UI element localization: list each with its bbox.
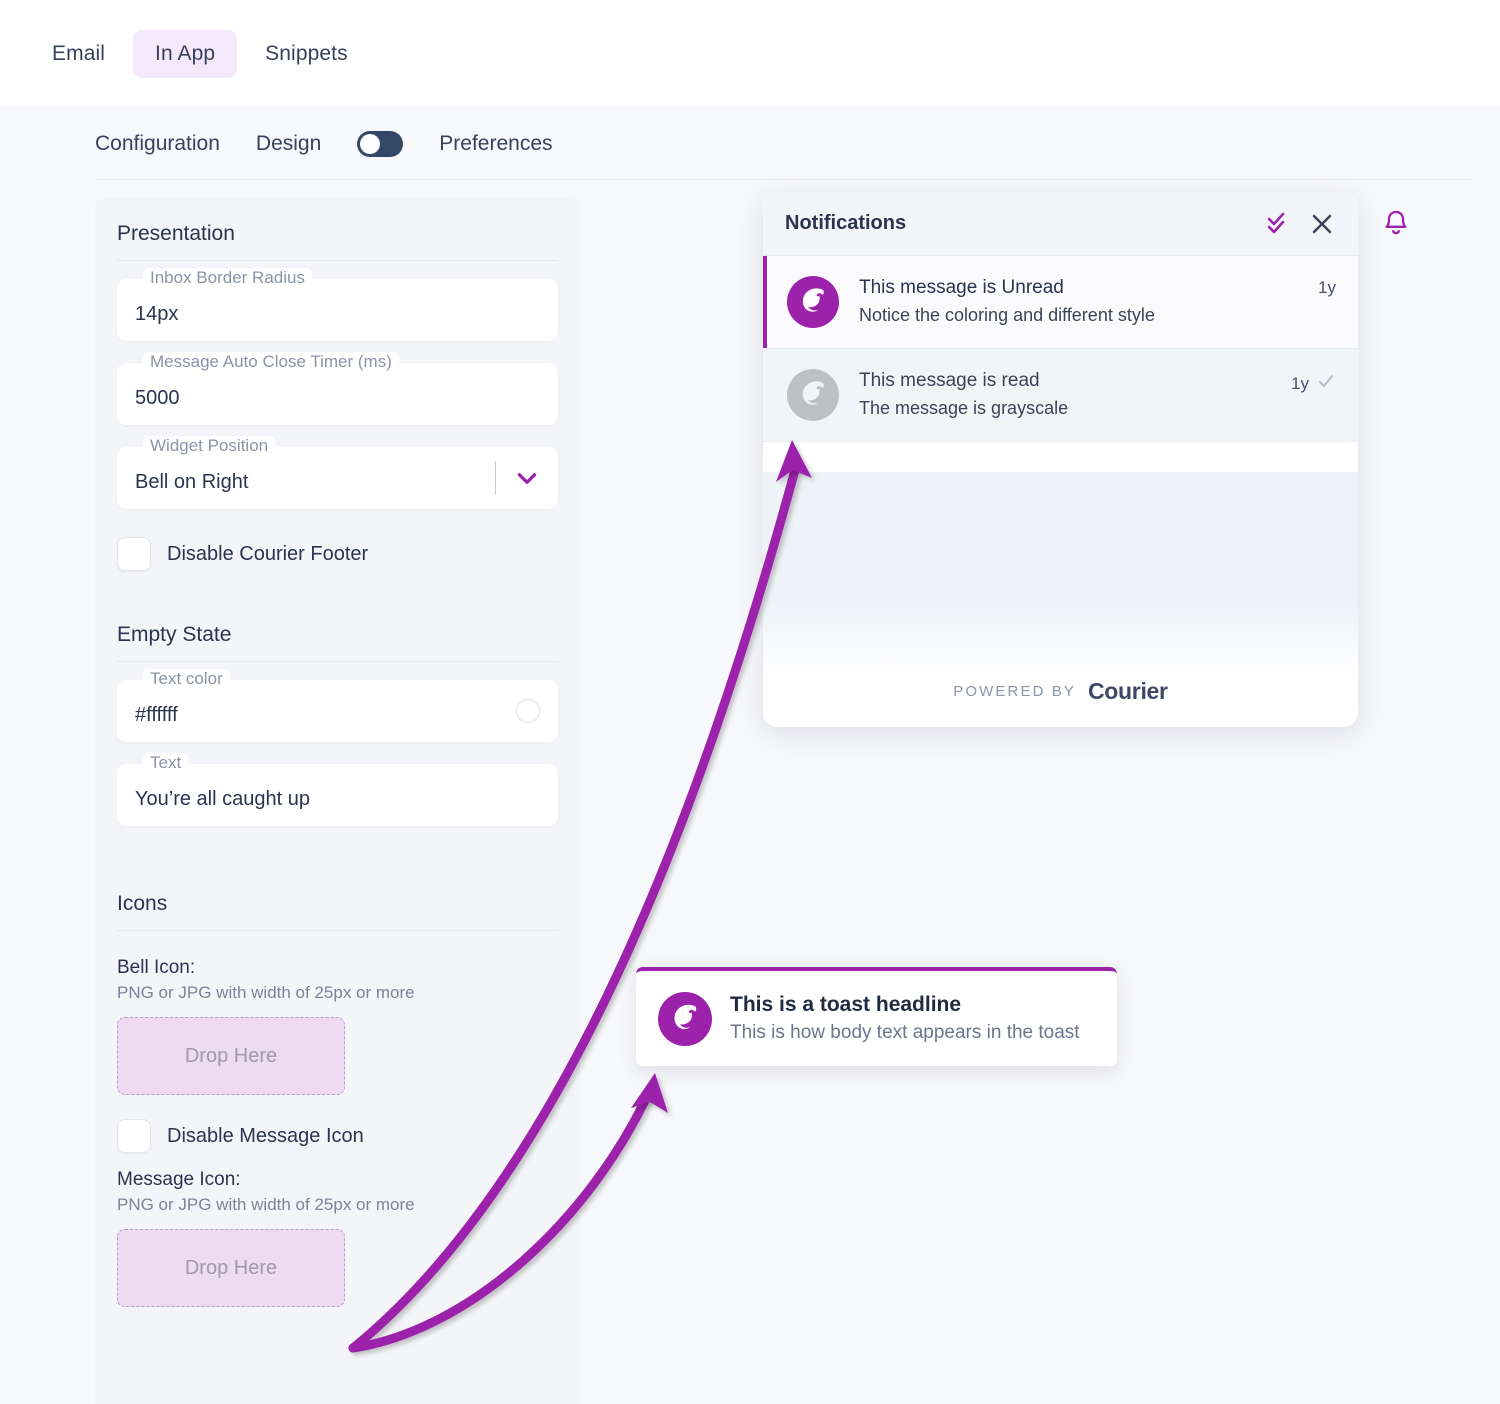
message-icon-hint: PNG or JPG with width of 25px or more [117,1195,415,1214]
courier-brand-wordmark: Courier [1087,678,1168,704]
bell-icon-drop-zone[interactable]: Drop Here [117,1017,345,1095]
empty-state-heading: Empty State [117,623,232,646]
text-color-label: Text color [143,669,230,689]
toast-text-wrap: This is a toast headline This is how bod… [730,993,1080,1044]
bell-icon-hint: PNG or JPG with width of 25px or more [117,983,415,1002]
inbox-header: Notifications [763,192,1358,256]
widget-position-select[interactable]: Widget Position Bell on Right [117,436,558,509]
disable-courier-footer-row[interactable]: Disable Courier Footer [117,537,558,571]
message-icon-drop-zone[interactable]: Drop Here [117,1229,345,1307]
notification-body: This message is read The message is gray… [859,369,1291,419]
empty-state-text-color-field[interactable]: Text color #ffffff [117,669,558,742]
notification-subtitle: The message is grayscale [859,398,1069,418]
empty-state-text-label: Text [143,753,189,773]
notification-title: This message is read [859,370,1040,391]
disable-message-icon-label: Disable Message Icon [167,1124,364,1147]
powered-by-footer: POWERED BY Courier [763,678,1358,705]
notification-body: This message is Unread Notice the colori… [859,276,1318,326]
notification-timestamp: 1y [1318,278,1336,297]
chevron-down-icon[interactable] [514,465,540,491]
subnav-divider [95,179,1471,180]
subnav-design[interactable]: Design [256,132,321,156]
arrowhead-toast [631,1073,668,1113]
courier-bird-icon [787,276,839,328]
select-divider [495,461,496,495]
empty-state-divider [117,661,558,662]
icons-heading: Icons [117,892,168,915]
icons-divider [117,930,558,931]
subnav-configuration-label: Configuration [95,132,220,155]
inbox-title: Notifications [785,212,907,234]
subnav-preferences[interactable]: Preferences [439,132,552,156]
notification-meta: 1y [1291,369,1336,396]
bell-icon-label: Bell Icon: [117,957,196,978]
design-preferences-toggle[interactable] [357,131,404,157]
disable-courier-footer-label: Disable Courier Footer [167,542,369,565]
presentation-heading: Presentation [117,222,235,245]
disable-message-icon-row[interactable]: Disable Message Icon [117,1119,558,1153]
read-check-icon [1316,371,1336,396]
double-check-icon[interactable] [1264,210,1292,238]
presentation-divider [117,260,558,261]
bell-icon[interactable] [1378,207,1414,243]
disable-message-icon-checkbox[interactable] [117,1119,151,1153]
tab-in-app[interactable]: In App [133,29,238,78]
notification-timestamp: 1y [1291,373,1309,393]
app-root: Email In App Snippets Configuration Desi… [0,0,1500,1404]
close-icon[interactable] [1308,210,1336,238]
inbox-border-radius-value: 14px [135,303,179,325]
courier-bird-icon-grayscale [787,369,839,421]
subnav-preferences-label: Preferences [439,132,553,155]
notification-title: This message is Unread [859,277,1064,298]
inbox-border-radius-field[interactable]: Inbox Border Radius 14px [117,268,558,341]
auto-close-timer-value: 5000 [135,387,180,409]
toast-body: This is how body text appears in the toa… [730,1022,1080,1043]
text-color-value: #ffffff [135,704,178,726]
auto-close-timer-label: Message Auto Close Timer (ms) [143,352,399,372]
tab-snippets[interactable]: Snippets [243,30,370,78]
notification-subtitle: Notice the coloring and different style [859,305,1155,325]
tab-email[interactable]: Email [30,30,127,78]
notification-row-unread[interactable]: This message is Unread Notice the colori… [763,256,1358,349]
inbox-border-radius-label: Inbox Border Radius [143,268,312,288]
notification-meta: 1y [1318,276,1336,298]
subnav-design-label: Design [255,132,322,155]
notifications-inbox: Notifications This message is Unread Not… [763,192,1358,727]
configuration-panel: Presentation Inbox Border Radius 14px Me… [95,198,580,1404]
notification-row-read[interactable]: This message is read The message is gray… [763,349,1358,442]
sub-navigation: Configuration Design Preferences [0,108,1500,180]
powered-by-text: POWERED BY [953,683,1076,700]
toggle-knob [360,134,381,154]
subnav-configuration[interactable]: Configuration [95,132,220,156]
empty-state-text-field[interactable]: Text You’re all caught up [117,753,558,826]
auto-close-timer-field[interactable]: Message Auto Close Timer (ms) 5000 [117,352,558,425]
top-tab-bar: Email In App Snippets [0,0,1500,108]
toast-headline: This is a toast headline [730,993,962,1016]
message-icon-label: Message Icon: [117,1169,241,1190]
disable-courier-footer-checkbox[interactable] [117,537,151,571]
widget-position-label: Widget Position [143,436,276,456]
widget-position-value: Bell on Right [135,471,249,493]
color-swatch-circle[interactable] [516,699,540,723]
empty-state-text-value: You’re all caught up [135,788,310,810]
courier-bird-icon-toast [658,991,712,1046]
toast-notification[interactable]: This is a toast headline This is how bod… [636,967,1117,1066]
